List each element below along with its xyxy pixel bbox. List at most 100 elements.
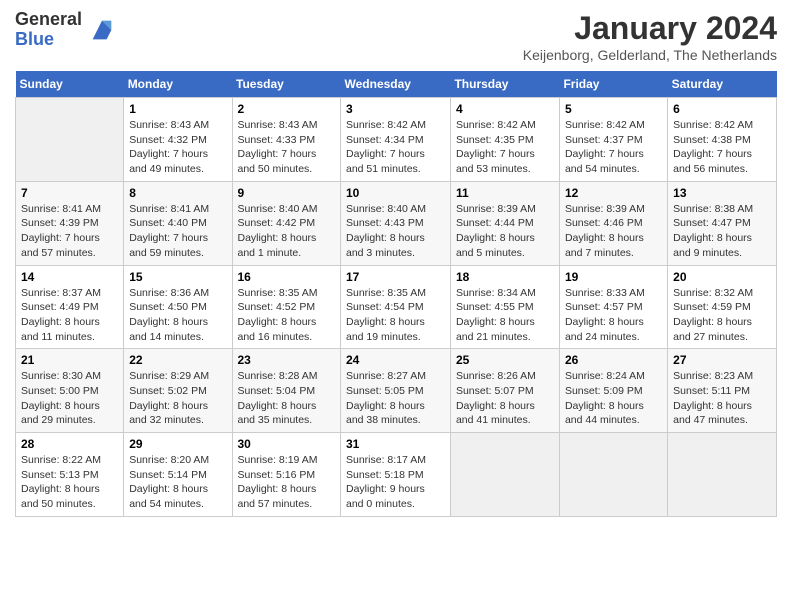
day-info: Sunrise: 8:36 AM Sunset: 4:50 PM Dayligh…: [129, 286, 226, 345]
day-info: Sunrise: 8:40 AM Sunset: 4:43 PM Dayligh…: [346, 202, 445, 261]
calendar-cell: 2 Sunrise: 8:43 AM Sunset: 4:33 PM Daylig…: [232, 98, 341, 182]
calendar-cell: 24 Sunrise: 8:27 AM Sunset: 5:05 PM Dayli…: [341, 349, 451, 433]
day-info: Sunrise: 8:32 AM Sunset: 4:59 PM Dayligh…: [673, 286, 771, 345]
calendar-cell: 3 Sunrise: 8:42 AM Sunset: 4:34 PM Daylig…: [341, 98, 451, 182]
calendar-cell: [450, 433, 559, 517]
day-number: 6: [673, 102, 771, 116]
day-number: 15: [129, 270, 226, 284]
day-info: Sunrise: 8:17 AM Sunset: 5:18 PM Dayligh…: [346, 453, 445, 512]
day-number: 22: [129, 353, 226, 367]
day-number: 25: [456, 353, 554, 367]
calendar-cell: 20 Sunrise: 8:32 AM Sunset: 4:59 PM Dayli…: [668, 265, 777, 349]
calendar-cell: [668, 433, 777, 517]
logo-blue: Blue: [15, 30, 82, 50]
calendar-cell: 7Sunrise: 8:41 AM Sunset: 4:39 PM Daylig…: [16, 181, 124, 265]
day-info: Sunrise: 8:40 AM Sunset: 4:42 PM Dayligh…: [238, 202, 336, 261]
day-number: 12: [565, 186, 662, 200]
calendar-cell: 27 Sunrise: 8:23 AM Sunset: 5:11 PM Dayli…: [668, 349, 777, 433]
calendar-cell: 11 Sunrise: 8:39 AM Sunset: 4:44 PM Dayli…: [450, 181, 559, 265]
day-info: Sunrise: 8:43 AM Sunset: 4:32 PM Dayligh…: [129, 118, 226, 177]
day-number: 5: [565, 102, 662, 116]
weekday-header-saturday: Saturday: [668, 71, 777, 98]
day-number: 2: [238, 102, 336, 116]
day-info: Sunrise: 8:42 AM Sunset: 4:35 PM Dayligh…: [456, 118, 554, 177]
weekday-header-wednesday: Wednesday: [341, 71, 451, 98]
logo-general: General: [15, 10, 82, 30]
day-number: 18: [456, 270, 554, 284]
day-number: 24: [346, 353, 445, 367]
calendar-cell: 29Sunrise: 8:20 AM Sunset: 5:14 PM Dayli…: [124, 433, 232, 517]
day-number: 11: [456, 186, 554, 200]
day-info: Sunrise: 8:35 AM Sunset: 4:52 PM Dayligh…: [238, 286, 336, 345]
calendar-week-row: 14 Sunrise: 8:37 AM Sunset: 4:49 PM Dayli…: [16, 265, 777, 349]
location-subtitle: Keijenborg, Gelderland, The Netherlands: [523, 47, 777, 63]
day-number: 31: [346, 437, 445, 451]
calendar-cell: 4 Sunrise: 8:42 AM Sunset: 4:35 PM Daylig…: [450, 98, 559, 182]
day-info: Sunrise: 8:27 AM Sunset: 5:05 PM Dayligh…: [346, 369, 445, 428]
day-number: 27: [673, 353, 771, 367]
calendar-cell: 5 Sunrise: 8:42 AM Sunset: 4:37 PM Daylig…: [559, 98, 667, 182]
day-info: Sunrise: 8:28 AM Sunset: 5:04 PM Dayligh…: [238, 369, 336, 428]
weekday-header-friday: Friday: [559, 71, 667, 98]
calendar-table: SundayMondayTuesdayWednesdayThursdayFrid…: [15, 71, 777, 517]
logo: General Blue: [15, 10, 116, 50]
day-number: 10: [346, 186, 445, 200]
day-info: Sunrise: 8:42 AM Sunset: 4:37 PM Dayligh…: [565, 118, 662, 177]
day-info: Sunrise: 8:42 AM Sunset: 4:34 PM Dayligh…: [346, 118, 445, 177]
calendar-cell: 6Sunrise: 8:42 AM Sunset: 4:38 PM Daylig…: [668, 98, 777, 182]
day-info: Sunrise: 8:29 AM Sunset: 5:02 PM Dayligh…: [129, 369, 226, 428]
calendar-cell: 19 Sunrise: 8:33 AM Sunset: 4:57 PM Dayli…: [559, 265, 667, 349]
calendar-cell: 26 Sunrise: 8:24 AM Sunset: 5:09 PM Dayli…: [559, 349, 667, 433]
day-number: 30: [238, 437, 336, 451]
month-year-title: January 2024: [523, 10, 777, 47]
calendar-header-row: SundayMondayTuesdayWednesdayThursdayFrid…: [16, 71, 777, 98]
calendar-week-row: 21Sunrise: 8:30 AM Sunset: 5:00 PM Dayli…: [16, 349, 777, 433]
calendar-cell: 25Sunrise: 8:26 AM Sunset: 5:07 PM Dayli…: [450, 349, 559, 433]
day-info: Sunrise: 8:35 AM Sunset: 4:54 PM Dayligh…: [346, 286, 445, 345]
day-number: 19: [565, 270, 662, 284]
day-number: 26: [565, 353, 662, 367]
calendar-cell: 22 Sunrise: 8:29 AM Sunset: 5:02 PM Dayli…: [124, 349, 232, 433]
calendar-cell: [16, 98, 124, 182]
day-info: Sunrise: 8:37 AM Sunset: 4:49 PM Dayligh…: [21, 286, 118, 345]
day-info: Sunrise: 8:39 AM Sunset: 4:44 PM Dayligh…: [456, 202, 554, 261]
calendar-cell: 21Sunrise: 8:30 AM Sunset: 5:00 PM Dayli…: [16, 349, 124, 433]
day-number: 8: [129, 186, 226, 200]
calendar-cell: 18Sunrise: 8:34 AM Sunset: 4:55 PM Dayli…: [450, 265, 559, 349]
day-info: Sunrise: 8:38 AM Sunset: 4:47 PM Dayligh…: [673, 202, 771, 261]
day-number: 23: [238, 353, 336, 367]
logo-icon: [88, 16, 116, 44]
day-number: 20: [673, 270, 771, 284]
calendar-cell: 13 Sunrise: 8:38 AM Sunset: 4:47 PM Dayli…: [668, 181, 777, 265]
page-header: General Blue January 2024 Keijenborg, Ge…: [15, 10, 777, 63]
day-info: Sunrise: 8:22 AM Sunset: 5:13 PM Dayligh…: [21, 453, 118, 512]
calendar-week-row: 28 Sunrise: 8:22 AM Sunset: 5:13 PM Dayli…: [16, 433, 777, 517]
calendar-cell: 30Sunrise: 8:19 AM Sunset: 5:16 PM Dayli…: [232, 433, 341, 517]
day-number: 14: [21, 270, 118, 284]
day-number: 21: [21, 353, 118, 367]
calendar-cell: 14 Sunrise: 8:37 AM Sunset: 4:49 PM Dayli…: [16, 265, 124, 349]
day-info: Sunrise: 8:41 AM Sunset: 4:39 PM Dayligh…: [21, 202, 118, 261]
calendar-cell: 1 Sunrise: 8:43 AM Sunset: 4:32 PM Daylig…: [124, 98, 232, 182]
calendar-cell: 8 Sunrise: 8:41 AM Sunset: 4:40 PM Daylig…: [124, 181, 232, 265]
weekday-header-sunday: Sunday: [16, 71, 124, 98]
calendar-cell: 16 Sunrise: 8:35 AM Sunset: 4:52 PM Dayli…: [232, 265, 341, 349]
day-info: Sunrise: 8:33 AM Sunset: 4:57 PM Dayligh…: [565, 286, 662, 345]
day-number: 1: [129, 102, 226, 116]
day-number: 3: [346, 102, 445, 116]
day-number: 4: [456, 102, 554, 116]
day-number: 16: [238, 270, 336, 284]
calendar-cell: 23 Sunrise: 8:28 AM Sunset: 5:04 PM Dayli…: [232, 349, 341, 433]
calendar-cell: 17Sunrise: 8:35 AM Sunset: 4:54 PM Dayli…: [341, 265, 451, 349]
day-number: 13: [673, 186, 771, 200]
calendar-week-row: 1 Sunrise: 8:43 AM Sunset: 4:32 PM Daylig…: [16, 98, 777, 182]
day-info: Sunrise: 8:41 AM Sunset: 4:40 PM Dayligh…: [129, 202, 226, 261]
day-number: 28: [21, 437, 118, 451]
calendar-week-row: 7Sunrise: 8:41 AM Sunset: 4:39 PM Daylig…: [16, 181, 777, 265]
calendar-cell: 15 Sunrise: 8:36 AM Sunset: 4:50 PM Dayli…: [124, 265, 232, 349]
day-info: Sunrise: 8:23 AM Sunset: 5:11 PM Dayligh…: [673, 369, 771, 428]
calendar-cell: 10 Sunrise: 8:40 AM Sunset: 4:43 PM Dayli…: [341, 181, 451, 265]
calendar-cell: [559, 433, 667, 517]
day-info: Sunrise: 8:24 AM Sunset: 5:09 PM Dayligh…: [565, 369, 662, 428]
day-info: Sunrise: 8:43 AM Sunset: 4:33 PM Dayligh…: [238, 118, 336, 177]
